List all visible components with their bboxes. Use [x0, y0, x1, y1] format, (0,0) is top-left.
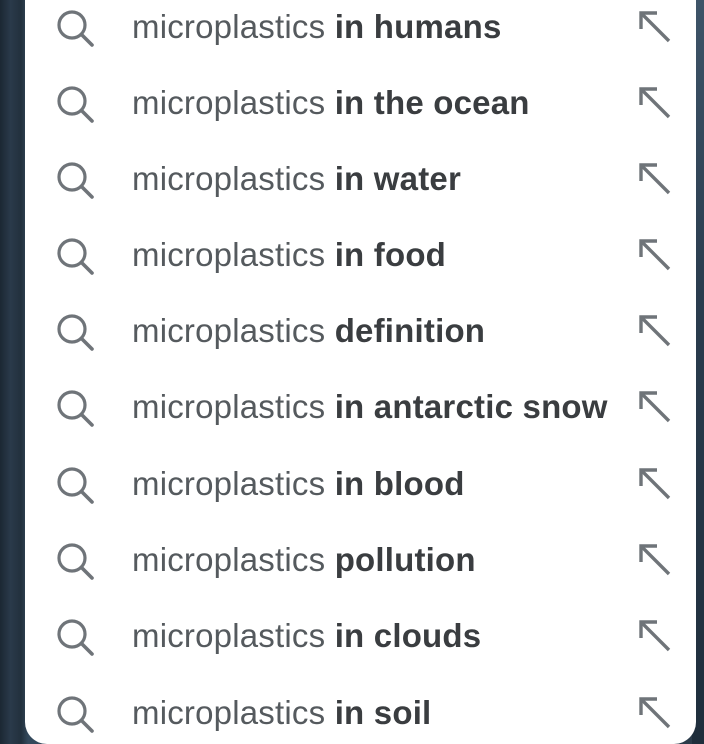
- fill-query-arrow-icon[interactable]: [637, 618, 673, 654]
- suggestion-prefix: microplastics: [132, 312, 326, 349]
- suggestion-prefix: microplastics: [132, 617, 326, 654]
- suggestion-prefix: microplastics: [132, 236, 326, 273]
- suggestion-text: microplastics in clouds: [132, 616, 481, 656]
- search-icon: [57, 467, 94, 504]
- suggestion-prefix: microplastics: [132, 388, 326, 425]
- fill-query-arrow-icon[interactable]: [637, 389, 673, 425]
- suggestion-completion: in blood: [334, 465, 465, 502]
- suggestion-completion: in antarctic snow: [334, 388, 608, 425]
- suggestion-item[interactable]: microplastics in clouds: [25, 598, 696, 674]
- fill-query-arrow-icon[interactable]: [637, 85, 673, 121]
- suggestion-text: microplastics definition: [132, 311, 485, 351]
- suggestion-completion: in food: [334, 236, 447, 273]
- search-icon: [57, 390, 94, 427]
- suggestion-text: microplastics in the ocean: [132, 83, 530, 123]
- fill-query-arrow-icon[interactable]: [637, 466, 673, 502]
- suggestion-item[interactable]: microplastics in antarctic snow: [25, 369, 696, 445]
- search-icon: [57, 543, 94, 580]
- suggestion-completion: in the ocean: [334, 84, 530, 121]
- suggestion-completion: in water: [334, 160, 461, 197]
- suggestion-item[interactable]: microplastics in humans: [25, 0, 696, 65]
- suggestion-completion: definition: [334, 312, 486, 349]
- suggestion-item[interactable]: microplastics definition: [25, 293, 696, 369]
- suggestion-completion: in clouds: [334, 617, 482, 654]
- suggestion-prefix: microplastics: [132, 465, 326, 502]
- search-suggestions-panel: microplastics in humans microplastics in…: [25, 0, 696, 744]
- suggestion-prefix: microplastics: [132, 541, 326, 578]
- suggestion-text: microplastics in food: [132, 235, 446, 275]
- suggestion-text: microplastics pollution: [132, 540, 476, 580]
- suggestion-text: microplastics in antarctic snow: [132, 387, 608, 427]
- suggestion-completion: in soil: [334, 694, 432, 731]
- search-icon: [57, 10, 94, 47]
- suggestion-item[interactable]: microplastics pollution: [25, 522, 696, 598]
- suggestion-item[interactable]: microplastics in the ocean: [25, 65, 696, 141]
- suggestion-text: microplastics in soil: [132, 693, 431, 733]
- suggestion-item[interactable]: microplastics in food: [25, 217, 696, 293]
- search-icon: [57, 314, 94, 351]
- suggestion-completion: in humans: [334, 8, 502, 45]
- suggestion-prefix: microplastics: [132, 84, 326, 121]
- suggestion-prefix: microplastics: [132, 694, 326, 731]
- suggestion-item[interactable]: microplastics in water: [25, 141, 696, 217]
- fill-query-arrow-icon[interactable]: [637, 313, 673, 349]
- search-icon: [57, 696, 94, 733]
- suggestion-prefix: microplastics: [132, 160, 326, 197]
- fill-query-arrow-icon[interactable]: [637, 161, 673, 197]
- search-icon: [57, 619, 94, 656]
- fill-query-arrow-icon[interactable]: [637, 695, 673, 731]
- search-icon: [57, 86, 94, 123]
- suggestion-text: microplastics in water: [132, 159, 461, 199]
- fill-query-arrow-icon[interactable]: [637, 9, 673, 45]
- suggestion-item[interactable]: microplastics in blood: [25, 446, 696, 522]
- suggestion-item[interactable]: microplastics in soil: [25, 675, 696, 744]
- suggestion-text: microplastics in humans: [132, 7, 502, 47]
- fill-query-arrow-icon[interactable]: [637, 237, 673, 273]
- suggestion-completion: pollution: [334, 541, 476, 578]
- fill-query-arrow-icon[interactable]: [637, 542, 673, 578]
- search-icon: [57, 238, 94, 275]
- search-icon: [57, 162, 94, 199]
- suggestion-prefix: microplastics: [132, 8, 326, 45]
- suggestion-text: microplastics in blood: [132, 464, 465, 504]
